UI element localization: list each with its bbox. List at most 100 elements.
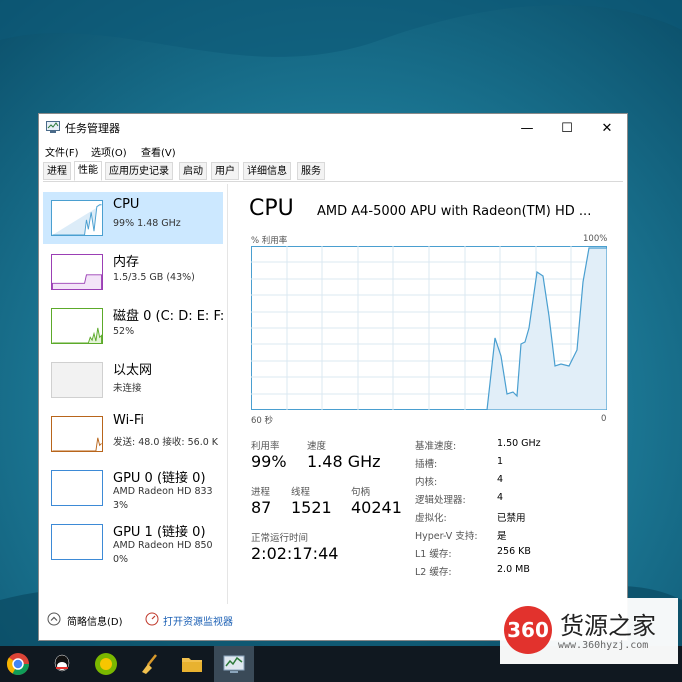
- close-button[interactable]: ✕: [587, 114, 627, 142]
- watermark-360hyzj: 360 货源之家 www.360hyzj.com: [500, 598, 678, 664]
- uptime-label: 正常运行时间: [251, 533, 309, 544]
- spec-key-l2-cache: L2 缓存:: [415, 567, 452, 578]
- spec-value-logical-processors: 4: [497, 492, 504, 503]
- resource-gpu0-name: GPU 0 (链接 0): [113, 471, 206, 486]
- maximize-button[interactable]: ☐: [547, 114, 587, 142]
- graph-x-right: 0: [601, 414, 607, 424]
- resource-disk[interactable]: 磁盘 0 (C: D: E: F: 52%: [43, 300, 225, 352]
- util-label: 利用率: [251, 441, 280, 452]
- panel-divider: [227, 184, 228, 604]
- cpu-detail-panel: CPU AMD A4-5000 APU with Radeon(TM) HD .…: [239, 184, 619, 604]
- processes-label: 进程: [251, 487, 271, 498]
- resource-memory[interactable]: 内存 1.5/3.5 GB (43%): [43, 246, 223, 298]
- resource-list: CPU 99% 1.48 GHz 内存 1.5/3.5 GB (43%) 磁盘 …: [43, 184, 227, 604]
- resource-ethernet-name: 以太网: [113, 363, 153, 378]
- spec-key-base-speed: 基准速度:: [415, 441, 457, 452]
- resource-gpu1-sub2: 0%: [113, 554, 129, 565]
- resource-gpu0[interactable]: GPU 0 (链接 0) AMD Radeon HD 833 3%: [43, 462, 223, 514]
- file-explorer-icon[interactable]: [180, 652, 204, 676]
- watermark-url: www.360hyzj.com: [558, 640, 649, 651]
- resource-cpu-name: CPU: [113, 197, 140, 212]
- spec-key-hyperv: Hyper-V 支持:: [415, 531, 478, 542]
- task-manager-taskbar-icon[interactable]: [222, 652, 246, 676]
- speed-label: 速度: [307, 441, 327, 452]
- resource-memory-sub: 1.5/3.5 GB (43%): [113, 272, 195, 283]
- resource-wifi-sub: 发送: 48.0 接收: 56.0 K: [113, 437, 219, 448]
- spec-value-l2-cache: 2.0 MB: [497, 564, 530, 575]
- task-manager-icon: [46, 121, 60, 133]
- spec-value-base-speed: 1.50 GHz: [497, 438, 541, 449]
- spec-value-sockets: 1: [497, 456, 504, 467]
- qq-icon[interactable]: [50, 652, 74, 676]
- spec-value-hyperv: 是: [497, 531, 507, 542]
- graph-y-label: % 利用率: [251, 236, 288, 246]
- minimize-button[interactable]: —: [507, 114, 547, 142]
- resource-ethernet-sub: 未连接: [113, 383, 142, 394]
- spec-value-l1-cache: 256 KB: [497, 546, 531, 557]
- resource-cpu[interactable]: CPU 99% 1.48 GHz: [43, 192, 223, 244]
- util-value: 99%: [251, 452, 287, 471]
- cleaner-broom-icon[interactable]: [138, 652, 162, 676]
- cpu-thumbnail-graph: [51, 200, 103, 236]
- gpu0-thumbnail-graph: [51, 470, 103, 506]
- cpu-model-name: AMD A4-5000 APU with Radeon(TM) HD ...: [317, 204, 592, 219]
- task-manager-window: 任务管理器 — ☐ ✕ 文件(F) 选项(O) 查看(V) 进程 性能 应用历史…: [38, 113, 628, 641]
- resource-wifi[interactable]: Wi-Fi 发送: 48.0 接收: 56.0 K: [43, 408, 223, 460]
- watermark-logo: 360: [504, 606, 552, 654]
- resource-gpu1[interactable]: GPU 1 (链接 0) AMD Radeon HD 850 0%: [43, 516, 223, 568]
- threads-value: 1521: [291, 498, 332, 517]
- resource-gpu1-name: GPU 1 (链接 0): [113, 525, 206, 540]
- resource-memory-name: 内存: [113, 255, 140, 270]
- resource-wifi-name: Wi-Fi: [113, 413, 145, 428]
- collapse-chevron-icon[interactable]: [47, 612, 61, 626]
- menu-bar: 文件(F) 选项(O) 查看(V): [39, 142, 627, 160]
- uptime-value: 2:02:17:44: [251, 544, 339, 563]
- processes-value: 87: [251, 498, 272, 517]
- tab-users[interactable]: 用户: [211, 162, 239, 180]
- disk-thumbnail-graph: [51, 308, 103, 344]
- graph-y-max: 100%: [583, 234, 608, 244]
- gpu1-thumbnail-graph: [51, 524, 103, 560]
- chrome-icon[interactable]: [6, 652, 30, 676]
- handles-label: 句柄: [351, 487, 371, 498]
- resource-gpu0-sub2: 3%: [113, 500, 129, 511]
- cpu-utilization-graph: [251, 246, 607, 410]
- resource-disk-name: 磁盘 0 (C: D: E: F:: [113, 309, 225, 324]
- tab-performance[interactable]: 性能: [74, 161, 102, 181]
- spec-value-virtualization: 已禁用: [497, 513, 526, 524]
- menu-options[interactable]: 选项(O): [91, 144, 127, 159]
- spec-key-cores: 内核:: [415, 477, 438, 488]
- watermark-name: 货源之家: [560, 612, 656, 640]
- memory-thumbnail-graph: [51, 254, 103, 290]
- menu-view[interactable]: 查看(V): [141, 144, 176, 159]
- threads-label: 线程: [291, 487, 311, 498]
- tab-app-history[interactable]: 应用历史记录: [105, 162, 173, 180]
- tab-services[interactable]: 服务: [297, 162, 325, 180]
- title-bar[interactable]: 任务管理器 — ☐ ✕: [39, 114, 627, 142]
- resource-gpu0-sub: AMD Radeon HD 833: [113, 486, 213, 497]
- brief-info-link[interactable]: 简略信息(D): [67, 613, 123, 628]
- tab-processes[interactable]: 进程: [43, 162, 71, 180]
- resource-cpu-sub: 99% 1.48 GHz: [113, 218, 181, 229]
- menu-file[interactable]: 文件(F): [45, 144, 79, 159]
- speed-value: 1.48 GHz: [307, 452, 381, 471]
- spec-value-cores: 4: [497, 474, 504, 485]
- spec-key-logical-processors: 逻辑处理器:: [415, 495, 466, 506]
- 360-browser-icon[interactable]: [94, 652, 118, 676]
- spec-key-l1-cache: L1 缓存:: [415, 549, 452, 560]
- open-resource-monitor-link[interactable]: 打开资源监视器: [163, 613, 233, 628]
- resource-disk-sub: 52%: [113, 326, 135, 337]
- resource-ethernet[interactable]: 以太网 未连接: [43, 354, 223, 406]
- window-title: 任务管理器: [65, 122, 120, 135]
- detail-title: CPU: [249, 196, 294, 221]
- tab-strip: 进程 性能 应用历史记录 启动 用户 详细信息 服务: [43, 161, 623, 182]
- spec-key-virtualization: 虚拟化:: [415, 513, 447, 524]
- ethernet-thumbnail-graph: [51, 362, 103, 398]
- tab-details[interactable]: 详细信息: [243, 162, 291, 180]
- handles-value: 40241: [351, 498, 402, 517]
- graph-x-left: 60 秒: [251, 416, 274, 426]
- wifi-thumbnail-graph: [51, 416, 103, 452]
- tab-startup[interactable]: 启动: [179, 162, 207, 180]
- spec-key-sockets: 插槽:: [415, 459, 438, 470]
- resource-monitor-icon: [145, 612, 159, 626]
